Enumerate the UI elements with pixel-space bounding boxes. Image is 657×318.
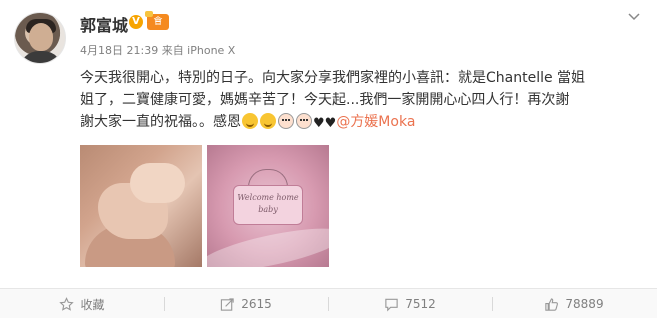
like-icon (545, 297, 559, 311)
post-text-line: 謝大家一直的祝福。。感恩 ♥♥@方媛Moka (80, 111, 640, 135)
comment-icon (385, 298, 398, 311)
repost-count: 2615 (241, 297, 272, 311)
welcome-sign: Welcome home baby (233, 185, 303, 225)
post-text-line: 今天我很開心，特別的日子。向大家分享我們家裡的小喜訊：就是Chantelle 當… (80, 70, 586, 86)
heart-icon: ♥ (324, 116, 337, 131)
photo-baby-hand (130, 163, 185, 203)
heart-icon: ♥ (313, 116, 325, 131)
baby-emoji-icon (296, 113, 312, 129)
avatar-shirt (19, 51, 63, 63)
avatar[interactable] (14, 12, 66, 64)
photo-ribbon (207, 219, 329, 267)
baby-emoji-icon (278, 113, 294, 129)
post-text-line: 姐了，二寶健康可愛，媽媽辛苦了！今天起...我們一家開開心心四人行！再次謝 (80, 92, 570, 108)
post-image-hands[interactable] (80, 145, 202, 267)
sign-text: baby (258, 205, 278, 214)
action-bar: 收藏 2615 7512 78889 (0, 288, 657, 318)
username[interactable]: 郭富城 (80, 12, 128, 36)
chevron-down-icon[interactable] (627, 10, 641, 24)
sign-text: Welcome home (237, 193, 299, 202)
verified-icon[interactable]: V (129, 15, 143, 29)
member-icon[interactable]: 會 (145, 11, 169, 30)
smile-emoji-icon (242, 113, 258, 129)
post-text-segment: 謝大家一直的祝福。。感恩 (80, 114, 241, 130)
avatar-face (29, 23, 53, 51)
repost-icon (221, 297, 234, 311)
repost-button[interactable]: 2615 (164, 289, 328, 318)
star-icon (59, 296, 75, 311)
favorite-button[interactable]: 收藏 (0, 289, 164, 318)
favorite-label: 收藏 (80, 297, 105, 312)
smile-emoji-icon (260, 113, 276, 129)
post-image-welcome[interactable]: Welcome home baby (207, 145, 329, 267)
mention-link[interactable]: @方媛Moka (336, 114, 415, 130)
like-button[interactable]: 78889 (492, 289, 656, 318)
comment-button[interactable]: 7512 (328, 289, 492, 318)
post-text: 今天我很開心，特別的日子。向大家分享我們家裡的小喜訊：就是Chantelle 當… (80, 67, 640, 135)
like-count: 78889 (565, 297, 604, 311)
comment-count: 7512 (405, 297, 436, 311)
post-meta: 4月18日 21:39 来自 iPhone X (80, 44, 236, 57)
